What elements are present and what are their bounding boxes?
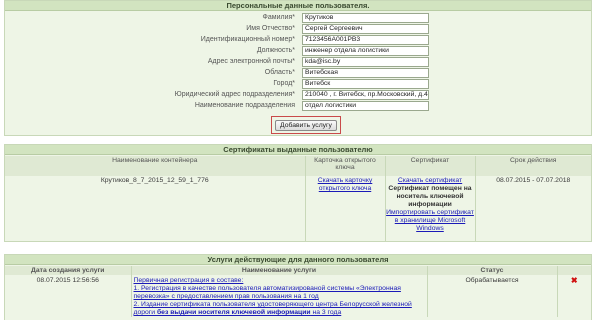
validity-cell: 08.07.2015 - 07.07.2018: [496, 177, 571, 184]
service-date-cell: 08.07.2015 12:56:56: [5, 275, 132, 317]
col-action-header: [557, 266, 591, 275]
surname-label: Фамилия*: [262, 14, 295, 21]
email-label: Адрес электронной почты*: [207, 58, 295, 65]
service-name-cell: Первичная регистрация в составе: 1. Реги…: [131, 275, 428, 317]
position-label: Должность*: [256, 47, 295, 54]
delete-icon[interactable]: ✖: [571, 276, 578, 285]
service-text-bold: без выдачи носителя ключевой информации: [156, 309, 311, 316]
field-row-id: Идентификационный номер* 7123456A001PB3: [5, 34, 591, 45]
add-service-button[interactable]: Добавить услугу: [275, 120, 337, 131]
name-label: Имя Отчество*: [246, 25, 295, 32]
import-cert-link[interactable]: Импортировать сертификат в хранилище Mic…: [386, 209, 474, 232]
certificates-title: Сертификаты выданные пользователю: [5, 145, 591, 155]
email-field[interactable]: kda@isc.by: [302, 56, 429, 67]
service-link-item2[interactable]: 2. Издание сертификата пользователя удос…: [134, 301, 412, 308]
field-row-city: Город* Витебск: [5, 78, 591, 89]
id-number-field[interactable]: 7123456A001PB3: [302, 34, 429, 45]
certificates-table: Наименование контейнера Карточка открыто…: [5, 156, 591, 242]
field-row-email: Адрес электронной почты* kda@isc.by: [5, 56, 591, 67]
region-label: Область*: [264, 69, 295, 76]
field-row-department: Наименование подразделения отдел логисти…: [5, 100, 591, 111]
add-service-highlight: Добавить услугу: [271, 116, 341, 134]
surname-field[interactable]: Крутиков: [302, 12, 429, 23]
id-number-label: Идентификационный номер*: [200, 36, 295, 43]
field-row-name: Имя Отчество* Сергей Сергеевич: [5, 23, 591, 34]
col-card-header: Карточка открытого ключа: [305, 156, 386, 176]
name-field[interactable]: Сергей Сергеевич: [302, 23, 429, 34]
download-cert-link[interactable]: Скачать сертификат: [398, 177, 462, 184]
services-title: Услуги действующие для данного пользоват…: [5, 255, 591, 265]
city-field[interactable]: Витебск: [302, 78, 429, 89]
department-field[interactable]: отдел логистики: [302, 100, 429, 111]
position-field[interactable]: инженер отдела логистики: [302, 45, 429, 56]
card-cell: Скачать карточку открытого ключа: [305, 176, 386, 242]
personal-data-title: Персональные данные пользователя.: [5, 1, 591, 11]
services-table: Дата создания услуги Наименование услуги…: [5, 266, 591, 317]
col-status-header: Статус: [427, 266, 558, 275]
col-cert-header: Сертификат: [385, 156, 476, 176]
address-label: Юридический адрес подразделения*: [174, 91, 295, 98]
container-name-cell: Крутиков_8_7_2015_12_59_1_776: [5, 176, 306, 242]
field-row-address: Юридический адрес подразделения* 210040 …: [5, 89, 591, 100]
cert-note: Сертификат помещен на носитель ключевой …: [388, 185, 472, 208]
certificates-panel: Сертификаты выданные пользователю Наимен…: [4, 144, 592, 242]
field-row-position: Должность* инженер отдела логистики: [5, 45, 591, 56]
service-text-a: дороги: [133, 309, 157, 316]
table-header-row: Наименование контейнера Карточка открыто…: [5, 156, 591, 176]
personal-data-panel: Персональные данные пользователя. Фамили…: [4, 0, 592, 136]
service-status-cell: Обрабатывается: [427, 275, 558, 317]
cert-cell: Скачать сертификат Сертификат помещен на…: [385, 176, 476, 242]
table-header-row: Дата создания услуги Наименование услуги…: [5, 266, 591, 275]
department-label: Наименование подразделения: [194, 102, 295, 109]
table-row: Крутиков_8_7_2015_12_59_1_776 Скачать ка…: [5, 176, 591, 242]
service-link-item1-cont[interactable]: перевозка» с предоставлением прав пользо…: [134, 293, 319, 300]
city-label: Город*: [273, 80, 295, 87]
col-container-header: Наименование контейнера: [5, 156, 306, 176]
service-text-c: на 3 года: [310, 309, 342, 316]
field-row-region: Область* Витебская: [5, 67, 591, 78]
service-link-item1[interactable]: 1. Регистрация в качестве пользователя а…: [134, 285, 401, 292]
service-link-item2-cont[interactable]: дороги без выдачи носителя ключевой инфо…: [134, 309, 342, 316]
service-action-cell: ✖: [557, 275, 591, 317]
download-card-link[interactable]: Скачать карточку открытого ключа: [318, 177, 373, 192]
col-validity-header: Срок действия: [475, 156, 591, 176]
service-link-primary[interactable]: Первичная регистрация в составе:: [134, 277, 244, 284]
col-date-header: Дата создания услуги: [5, 266, 132, 275]
address-field[interactable]: 210040 , г. Витебск, пр.Московский, д.45: [302, 89, 429, 100]
table-row: 08.07.2015 12:56:56 Первичная регистраци…: [5, 275, 591, 317]
field-row-surname: Фамилия* Крутиков: [5, 12, 591, 23]
services-panel: Услуги действующие для данного пользоват…: [4, 254, 592, 320]
col-service-header: Наименование услуги: [131, 266, 428, 275]
region-field[interactable]: Витебская: [302, 67, 429, 78]
